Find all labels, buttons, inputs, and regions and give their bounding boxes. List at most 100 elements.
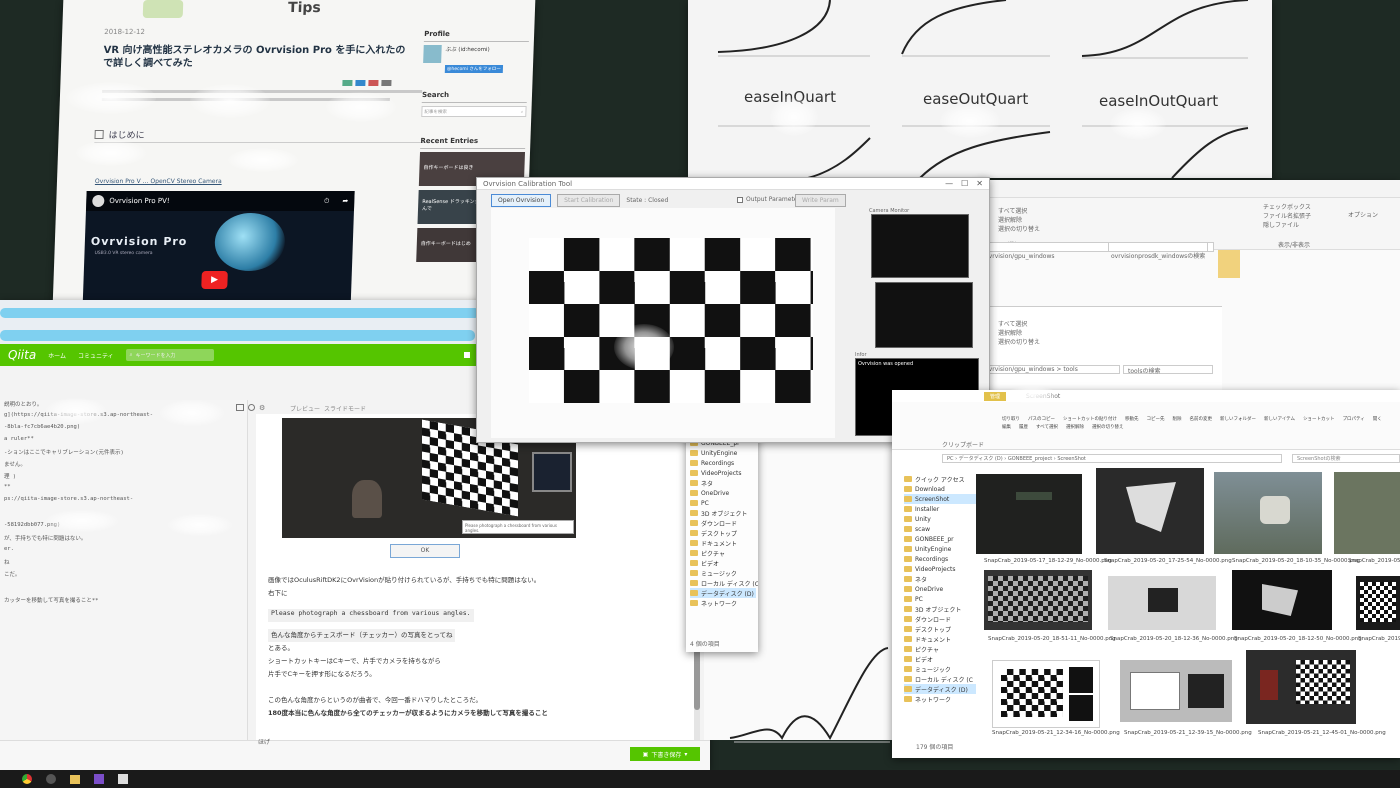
file-thumbnail[interactable]: [1356, 576, 1400, 630]
nav-item[interactable]: ビデオ: [690, 558, 756, 568]
play-icon[interactable]: ▶: [201, 271, 228, 289]
nav-item[interactable]: ミュージック: [690, 568, 756, 578]
profile-avatar[interactable]: [423, 45, 442, 63]
file-name[interactable]: SnapCrab_2019-05-21_12-45-01_No-0000.png: [1258, 730, 1386, 736]
nav-item[interactable]: データディスク (D): [690, 588, 756, 598]
nav-item[interactable]: 3D オブジェクト: [690, 508, 756, 518]
file-name[interactable]: SnapCrab_2019-05-20_18-10-35_No-0000.png: [1232, 558, 1360, 564]
gear-icon[interactable]: ⚙: [259, 404, 265, 412]
nav-item-label: ネットワーク: [701, 600, 738, 608]
youtube-embed[interactable]: Ovrvision Pro PV! ⏱ ➦ Ovrvision Pro USB3…: [82, 191, 355, 303]
file-name[interactable]: SnapCrab_2019-05-20_18-12-36_No-0000.png: [1110, 636, 1238, 642]
file-explorer-icon[interactable]: [70, 774, 80, 784]
nav-item-label: OneDrive: [701, 489, 730, 497]
nav-item[interactable]: ドキュメント: [690, 538, 756, 548]
blog-search-input[interactable]: 記事を検索 ⌕: [421, 106, 527, 117]
file-name[interactable]: SnapCrab_2019-05-: [1358, 636, 1400, 642]
file-name[interactable]: SnapCrab_2019-05-20_18-12-50_No-0000.png: [1234, 636, 1362, 642]
follow-button[interactable]: @hecomi さんをフォロー: [444, 65, 503, 73]
header-tips: Tips: [287, 0, 322, 16]
watch-later-icon[interactable]: ⏱: [324, 197, 330, 206]
nav-item-label: Recordings: [701, 459, 735, 467]
file-thumbnail[interactable]: [1214, 472, 1322, 554]
share-icon[interactable]: ➦: [342, 197, 348, 205]
minimize-icon[interactable]: —: [945, 179, 953, 188]
file-thumbnail[interactable]: [1108, 576, 1216, 630]
nav-item[interactable]: VideoProjects: [690, 468, 756, 478]
file-name[interactable]: SnapCrab_2019-05-: [1348, 558, 1400, 564]
preview-tabs[interactable]: プレビュー スライドモード: [290, 404, 366, 413]
curve-lower-3: [1171, 127, 1249, 178]
address-bar-inner[interactable]: ovrvision/gpu_windows > tools: [980, 365, 1120, 374]
nav-item[interactable]: デスクトップ: [690, 528, 756, 538]
file-thumbnail[interactable]: [984, 570, 1092, 630]
blog-title[interactable]: VR 向け高性能ステレオカメラの Ovrvision Pro を手に入れたの で…: [103, 44, 414, 70]
nav-item[interactable]: ピクチャ: [690, 548, 756, 558]
file-thumbnail[interactable]: [1232, 570, 1332, 630]
unity-icon[interactable]: [118, 774, 128, 784]
file-thumbnail[interactable]: [1120, 660, 1232, 722]
select-none-button[interactable]: 選択解除: [998, 215, 1040, 224]
body-text[interactable]: Ovrvision Pro Ⅴ … OpenCV Stereo Camera: [95, 178, 222, 185]
search-box-back[interactable]: ovrvisionprosdk_windowsの検索: [1108, 242, 1208, 260]
maximize-icon[interactable]: ☐: [961, 179, 968, 188]
file-name[interactable]: SnapCrab_2019-05-17_18-12-29_No-0000.png: [984, 558, 1112, 564]
chrome-icon[interactable]: [22, 774, 32, 784]
nav-home[interactable]: ホーム: [48, 351, 66, 360]
file-thumbnail[interactable]: [1096, 468, 1204, 554]
notification-icon[interactable]: [464, 352, 470, 358]
nav-item[interactable]: ネットワーク: [690, 598, 756, 608]
tab-slide-mode[interactable]: スライドモード: [324, 404, 366, 413]
file-name[interactable]: SnapCrab_2019-05-21_12-39-15_No-0000.png: [1124, 730, 1252, 736]
qiita-search-input[interactable]: ⌕ キーワードを入力: [125, 349, 214, 361]
dialog-in-photo: Please photograph a chessboard from vari…: [462, 520, 574, 534]
file-thumbnail[interactable]: [1246, 650, 1356, 724]
search-box-inner[interactable]: toolsの検索: [1123, 365, 1213, 375]
options-button[interactable]: オプション: [1348, 210, 1378, 219]
hidden-files-toggle[interactable]: 隠しファイル: [1263, 220, 1311, 229]
checkbox-toggle[interactable]: チェックボックス: [1263, 202, 1311, 211]
invert-selection-button[interactable]: 選択の切り替え: [998, 224, 1040, 233]
nav-item[interactable]: UnityEngine: [690, 448, 756, 458]
file-thumbnail[interactable]: [976, 474, 1082, 554]
file-name[interactable]: SnapCrab_2019-05-21_12-34-16_No-0000.png: [992, 730, 1120, 736]
save-icon: ▣: [642, 750, 649, 758]
select-all-button[interactable]: すべて選択: [998, 319, 1040, 328]
visual-studio-icon[interactable]: [94, 774, 104, 784]
open-ovrvision-button[interactable]: Open Ovrvision: [491, 194, 552, 207]
nav-item[interactable]: PC: [690, 498, 756, 508]
app-icon[interactable]: [46, 774, 56, 784]
save-draft-button[interactable]: ▣ 下書き保存 ▾: [630, 747, 700, 761]
image-icon[interactable]: [236, 404, 244, 411]
file-thumbnail[interactable]: [1334, 472, 1400, 554]
write-param-button[interactable]: Write Param: [795, 194, 846, 207]
nav-item[interactable]: Recordings: [690, 458, 756, 468]
tab-preview[interactable]: プレビュー: [290, 404, 320, 413]
nav-item[interactable]: OneDrive: [690, 488, 756, 498]
nav-item[interactable]: ネタ: [690, 478, 756, 488]
select-all-button[interactable]: すべて選択: [998, 206, 1040, 215]
emoji-icon[interactable]: [248, 404, 255, 411]
markdown-pane[interactable]: 説明のとおり。 g](https://qiita-image-store.s3.a…: [0, 400, 248, 740]
invert-selection-button[interactable]: 選択の切り替え: [998, 337, 1040, 346]
search-icon: ⌕: [129, 352, 133, 358]
folder-icon: [690, 450, 698, 456]
file-thumbnail[interactable]: [992, 660, 1100, 728]
nav-item[interactable]: ダウンロード: [690, 518, 756, 528]
select-none-button[interactable]: 選択解除: [998, 328, 1040, 337]
close-icon[interactable]: ✕: [976, 179, 983, 188]
share-badges[interactable]: [342, 80, 392, 86]
ribbon-group-label: 表示/非表示: [1278, 242, 1311, 249]
dialog-ok-button[interactable]: OK: [390, 544, 460, 558]
nav-community[interactable]: コミュニティ: [78, 351, 114, 360]
search-icon: ⌕: [520, 110, 524, 115]
nav-item-label: デスクトップ: [701, 530, 738, 538]
file-name[interactable]: SnapCrab_2019-05-20_17-25-54_No-0000.png: [1104, 558, 1232, 564]
folder-icon: [690, 520, 698, 526]
qiita-logo[interactable]: Qiita: [8, 348, 36, 362]
file-name[interactable]: SnapCrab_2019-05-20_18-51-11_No-0000.png: [988, 636, 1116, 642]
profile-name[interactable]: ぶぶ (id:hecomi): [445, 45, 503, 53]
nav-item[interactable]: ローカル ディスク (C: [690, 578, 758, 588]
start-calibration-button[interactable]: Start Calibration: [557, 194, 621, 207]
extension-toggle[interactable]: ファイル名拡張子: [1263, 211, 1311, 220]
